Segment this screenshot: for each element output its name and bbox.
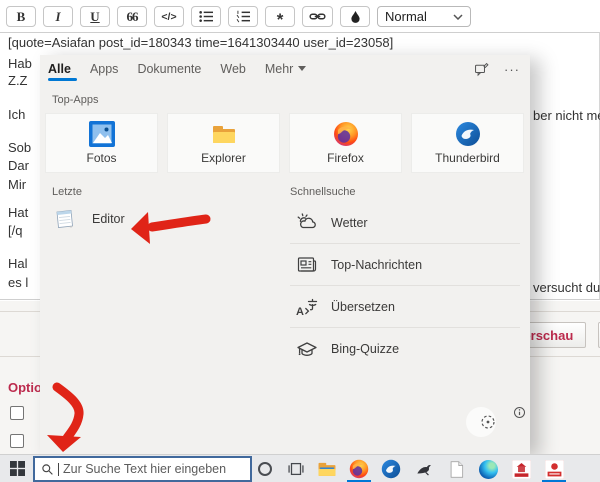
tile-label: Thunderbird — [435, 151, 500, 165]
search-icon — [41, 463, 54, 476]
chevron-down-icon — [298, 66, 306, 71]
section-recent: Letzte — [52, 186, 82, 198]
tab-apps[interactable]: Apps — [90, 62, 119, 76]
link-icon — [309, 11, 326, 22]
recent-item-editor[interactable]: Editor — [52, 207, 125, 231]
textarea-line: Ich — [8, 107, 25, 122]
explorer-icon — [211, 121, 237, 147]
start-button[interactable] — [0, 455, 34, 482]
translate-icon: A — [295, 295, 319, 319]
section-top-apps: Top-Apps — [52, 94, 98, 106]
textarea-line: Dar — [8, 158, 29, 173]
taskbar-search-input[interactable]: Zur Suche Text hier eingeben — [33, 456, 252, 482]
textarea-line: [quote=Asiafan post_id=180343 time=16413… — [8, 35, 393, 50]
quick-search-bing-quizze[interactable]: Bing-Quizze — [290, 328, 520, 369]
explorer-icon[interactable] — [316, 458, 338, 480]
italic-button[interactable]: I — [43, 6, 73, 27]
tab-mehr-label: Mehr — [265, 62, 293, 76]
tile-firefox[interactable]: Firefox — [289, 113, 402, 173]
quick-search-label: Wetter — [331, 216, 368, 230]
underline-button[interactable]: U — [80, 6, 110, 27]
tab-web[interactable]: Web — [220, 62, 245, 76]
feedback-icon[interactable] — [473, 61, 490, 78]
quick-search-label: Bing-Quizze — [331, 342, 399, 356]
quick-search-label: Top-Nachrichten — [331, 258, 422, 272]
cortana-icon[interactable] — [254, 458, 276, 480]
textarea-line-fragment: versucht du — [533, 280, 600, 295]
quick-search-top-nachrichten[interactable]: Top-Nachrichten — [290, 244, 520, 285]
bank-app-2-icon[interactable] — [543, 458, 565, 480]
photos-icon — [89, 121, 115, 147]
textarea-line: [/q — [8, 223, 22, 238]
textarea-line: Hat — [8, 205, 28, 220]
notepad-icon — [52, 207, 76, 231]
bank-app-1-icon[interactable] — [510, 458, 532, 480]
recent-item-label: Editor — [92, 212, 125, 226]
firefox-icon — [333, 121, 359, 147]
tile-thunderbird[interactable]: Thunderbird — [411, 113, 524, 173]
thunderbird-icon — [455, 121, 481, 147]
news-icon — [295, 253, 319, 277]
quiz-icon — [295, 337, 319, 361]
quick-search-wetter[interactable]: Wetter — [290, 202, 520, 243]
color-button[interactable] — [340, 6, 370, 27]
quick-search-label: Übersetzen — [331, 300, 395, 314]
ordered-list-button[interactable] — [228, 6, 258, 27]
ordered-list-icon — [236, 10, 251, 23]
option-checkbox-2[interactable] — [10, 434, 24, 448]
code-button[interactable]: </> — [154, 6, 184, 27]
quote-button[interactable]: 66 — [117, 6, 147, 27]
thunderbird-icon[interactable] — [380, 458, 402, 480]
tile-label: Fotos — [86, 151, 116, 165]
tab-dokumente[interactable]: Dokumente — [137, 62, 201, 76]
edge-icon[interactable] — [477, 458, 499, 480]
firefox-icon[interactable] — [348, 458, 370, 480]
tile-label: Explorer — [201, 151, 246, 165]
bullet-list-button[interactable] — [191, 6, 221, 27]
tile-explorer[interactable]: Explorer — [167, 113, 280, 173]
document-app-icon[interactable] — [445, 458, 467, 480]
windows-search-panel: Alle Apps Dokumente Web Mehr ··· Top-App… — [40, 55, 530, 454]
link-button[interactable] — [302, 6, 333, 27]
section-quick-search: Schnellsuche — [290, 186, 355, 198]
task-view-icon[interactable] — [285, 458, 307, 480]
search-tabbar: Alle Apps Dokumente Web Mehr — [40, 55, 530, 82]
bullet-list-icon — [199, 10, 214, 23]
style-select[interactable]: Normal — [377, 6, 471, 27]
asterisk-button[interactable]: * — [265, 6, 295, 27]
svg-text:A: A — [296, 306, 304, 318]
textarea-line: Mir — [8, 177, 26, 192]
textarea-line: Hal — [8, 256, 28, 271]
more-options-icon[interactable]: ··· — [504, 62, 520, 77]
style-select-value: Normal — [385, 9, 427, 24]
textarea-line: Sob — [8, 140, 31, 155]
textarea-line: Hab — [8, 56, 32, 71]
windows-logo-icon — [10, 461, 25, 476]
textarea-line-fragment: ber nicht me — [533, 108, 600, 123]
search-placeholder: Zur Suche Text hier eingeben — [63, 462, 226, 476]
tile-label: Firefox — [327, 151, 364, 165]
option-checkbox-1[interactable] — [10, 406, 24, 420]
bold-button[interactable]: B — [6, 6, 36, 27]
tab-mehr[interactable]: Mehr — [265, 62, 306, 76]
screen-search-icon[interactable] — [478, 412, 498, 432]
droplet-icon — [350, 10, 361, 23]
bird-app-icon[interactable] — [413, 458, 435, 480]
active-tab-indicator — [48, 78, 77, 81]
textarea-line: es l — [8, 275, 28, 290]
info-icon[interactable] — [513, 406, 526, 419]
weather-icon — [295, 211, 319, 235]
taskbar: Zur Suche Text hier eingeben — [0, 454, 600, 482]
tile-fotos[interactable]: Fotos — [45, 113, 158, 173]
textarea-line: Z.Z — [8, 73, 28, 88]
tab-alle[interactable]: Alle — [48, 62, 71, 76]
chevron-down-icon — [453, 14, 463, 20]
text-caret — [58, 463, 59, 476]
editor-toolbar: B I U 66 </> * Normal — [6, 6, 471, 27]
quick-search-uebersetzen[interactable]: A Übersetzen — [290, 286, 520, 327]
